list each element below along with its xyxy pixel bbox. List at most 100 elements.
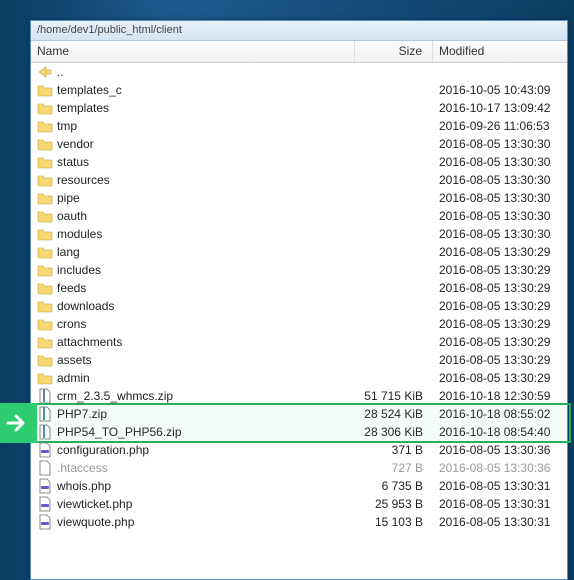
folder-row[interactable]: assets 2016-08-05 13:30:29 xyxy=(31,351,567,369)
folder-icon xyxy=(37,370,53,386)
file-name: includes xyxy=(57,263,355,277)
folder-icon xyxy=(37,208,53,224)
php-icon xyxy=(37,514,53,530)
folder-row[interactable]: pipe 2016-08-05 13:30:30 xyxy=(31,189,567,207)
file-modified: 2016-08-05 13:30:31 xyxy=(433,515,567,529)
zip-icon xyxy=(37,406,53,422)
php-icon xyxy=(37,478,53,494)
file-modified: 2016-08-05 13:30:31 xyxy=(433,479,567,493)
zip-icon xyxy=(37,424,53,440)
file-modified: 2016-08-05 13:30:36 xyxy=(433,461,567,475)
header-size[interactable]: Size xyxy=(355,41,433,62)
file-size: 28 524 KiB xyxy=(355,407,433,421)
file-modified: 2016-10-18 12:30:59 xyxy=(433,389,567,403)
file-size: 6 735 B xyxy=(355,479,433,493)
file-name: whois.php xyxy=(57,479,355,493)
file-modified: 2016-08-05 13:30:29 xyxy=(433,299,567,313)
file-name: resources xyxy=(57,173,355,187)
file-row[interactable]: viewticket.php25 953 B2016-08-05 13:30:3… xyxy=(31,495,567,513)
folder-row[interactable]: admin 2016-08-05 13:30:29 xyxy=(31,369,567,387)
file-name: viewquote.php xyxy=(57,515,355,529)
folder-row[interactable]: attachments 2016-08-05 13:30:29 xyxy=(31,333,567,351)
folder-icon xyxy=(37,100,53,116)
file-size: 28 306 KiB xyxy=(355,425,433,439)
path-bar[interactable]: /home/dev1/public_html/client xyxy=(31,21,567,41)
folder-row[interactable]: templates_c2016-10-05 10:43:09 xyxy=(31,81,567,99)
folder-icon xyxy=(37,280,53,296)
folder-row[interactable]: oauth2016-08-05 13:30:30 xyxy=(31,207,567,225)
folder-icon xyxy=(37,172,53,188)
file-name: feeds xyxy=(57,281,355,295)
folder-row[interactable]: status 2016-08-05 13:30:30 xyxy=(31,153,567,171)
file-size: 727 B xyxy=(355,461,433,475)
file-name: templates_c xyxy=(57,83,355,97)
folder-row[interactable]: .. xyxy=(31,63,567,81)
file-name: assets xyxy=(57,353,355,367)
file-modified: 2016-08-05 13:30:30 xyxy=(433,155,567,169)
folder-row[interactable]: vendor 2016-08-05 13:30:30 xyxy=(31,135,567,153)
folder-row[interactable]: lang2016-08-05 13:30:29 xyxy=(31,243,567,261)
file-modified: 2016-08-05 13:30:29 xyxy=(433,353,567,367)
file-modified: 2016-10-18 08:54:40 xyxy=(433,425,567,439)
file-list[interactable]: ..templates_c2016-10-05 10:43:09template… xyxy=(31,63,567,579)
file-row[interactable]: crm_2.3.5_whmcs.zip51 715 KiB2016-10-18 … xyxy=(31,387,567,405)
arrow-callout xyxy=(0,403,37,443)
header-name[interactable]: Name xyxy=(31,41,355,62)
file-name: modules xyxy=(57,227,355,241)
file-name: templates xyxy=(57,101,355,115)
php-icon xyxy=(37,496,53,512)
file-size: 371 B xyxy=(355,443,433,457)
folder-row[interactable]: includes2016-08-05 13:30:29 xyxy=(31,261,567,279)
file-modified: 2016-08-05 13:30:30 xyxy=(433,191,567,205)
file-name: pipe xyxy=(57,191,355,205)
file-name: vendor xyxy=(57,137,355,151)
file-name: attachments xyxy=(57,335,355,349)
zip-icon xyxy=(37,388,53,404)
file-modified: 2016-08-05 13:30:30 xyxy=(433,137,567,151)
folder-row[interactable]: tmp2016-09-26 11:06:53 xyxy=(31,117,567,135)
folder-row[interactable]: resources 2016-08-05 13:30:30 xyxy=(31,171,567,189)
folder-icon xyxy=(37,298,53,314)
file-modified: 2016-08-05 13:30:29 xyxy=(433,317,567,331)
file-name: .htaccess xyxy=(57,461,355,475)
file-modified: 2016-08-05 13:30:31 xyxy=(433,497,567,511)
file-row[interactable]: whois.php6 735 B2016-08-05 13:30:31 xyxy=(31,477,567,495)
file-row[interactable]: PHP7.zip28 524 KiB2016-10-18 08:55:02 xyxy=(31,405,567,423)
folder-icon xyxy=(37,82,53,98)
up-icon xyxy=(37,64,53,80)
folder-row[interactable]: downloads2016-08-05 13:30:29 xyxy=(31,297,567,315)
file-row[interactable]: PHP54_TO_PHP56.zip28 306 KiB2016-10-18 0… xyxy=(31,423,567,441)
php-icon xyxy=(37,442,53,458)
file-row[interactable]: .htaccess727 B2016-08-05 13:30:36 xyxy=(31,459,567,477)
folder-row[interactable]: crons2016-08-05 13:30:29 xyxy=(31,315,567,333)
file-name: tmp xyxy=(57,119,355,133)
folder-row[interactable]: modules 2016-08-05 13:30:30 xyxy=(31,225,567,243)
file-name: PHP54_TO_PHP56.zip xyxy=(57,425,355,439)
file-size: 51 715 KiB xyxy=(355,389,433,403)
file-modified: 2016-08-05 13:30:29 xyxy=(433,371,567,385)
folder-icon xyxy=(37,262,53,278)
folder-icon xyxy=(37,352,53,368)
file-modified: 2016-08-05 13:30:30 xyxy=(433,173,567,187)
file-modified: 2016-10-18 08:55:02 xyxy=(433,407,567,421)
file-modified: 2016-08-05 13:30:30 xyxy=(433,227,567,241)
file-row[interactable]: viewquote.php15 103 B2016-08-05 13:30:31 xyxy=(31,513,567,531)
folder-row[interactable]: templates2016-10-17 13:09:42 xyxy=(31,99,567,117)
file-name: admin xyxy=(57,371,355,385)
file-row[interactable]: configuration.php371 B2016-08-05 13:30:3… xyxy=(31,441,567,459)
file-icon xyxy=(37,460,53,476)
file-size: 25 953 B xyxy=(355,497,433,511)
file-browser-window: /home/dev1/public_html/client Name Size … xyxy=(30,20,568,580)
file-size: 15 103 B xyxy=(355,515,433,529)
folder-icon xyxy=(37,316,53,332)
file-name: PHP7.zip xyxy=(57,407,355,421)
file-modified: 2016-08-05 13:30:29 xyxy=(433,335,567,349)
folder-icon xyxy=(37,244,53,260)
file-modified: 2016-08-05 13:30:36 xyxy=(433,443,567,457)
header-modified[interactable]: Modified xyxy=(433,41,567,62)
folder-icon xyxy=(37,226,53,242)
folder-icon xyxy=(37,118,53,134)
folder-row[interactable]: feeds2016-08-05 13:30:29 xyxy=(31,279,567,297)
file-modified: 2016-08-05 13:30:29 xyxy=(433,245,567,259)
file-name: status xyxy=(57,155,355,169)
